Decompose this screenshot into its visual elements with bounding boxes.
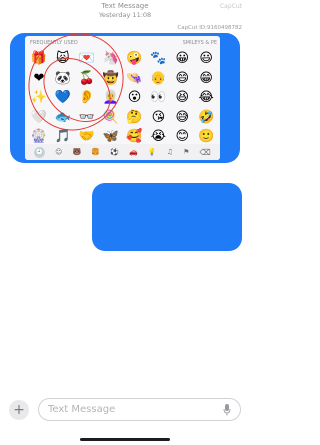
emoji-cell: 😮 xyxy=(127,90,142,106)
symbols-icon: ♫ xyxy=(166,148,173,156)
smiley-icon: ☺ xyxy=(55,148,63,156)
emoji-cell: 🤔 xyxy=(126,109,143,125)
plus-icon[interactable]: + xyxy=(9,400,29,420)
emoji-cell: 👒 xyxy=(126,70,143,86)
bulb-icon: 💡 xyxy=(147,148,157,156)
header-timestamp: Yesterday 11:08 xyxy=(98,11,152,19)
sent-message-bubble-2[interactable] xyxy=(92,183,242,251)
flag-icon: ⚑ xyxy=(183,148,190,156)
emoji-cell: 😄 xyxy=(175,70,190,86)
animal-icon: 🐻 xyxy=(72,148,82,156)
car-icon: 🚗 xyxy=(129,148,138,156)
ball-icon: ⚽ xyxy=(110,148,119,156)
watermark-logo: CapCut xyxy=(219,3,242,10)
mic-icon[interactable] xyxy=(223,404,231,416)
clock-icon: 🕘 xyxy=(34,146,46,158)
emoji-cell: 😅 xyxy=(175,109,190,125)
emoji-cell: 😂 xyxy=(198,90,214,106)
emoji-cell: 😆 xyxy=(175,90,190,106)
header-title: Text Message xyxy=(101,2,149,10)
emoji-cell: 🤣 xyxy=(198,109,215,125)
food-icon: 🍔 xyxy=(91,148,101,156)
emoji-cell: 😀 xyxy=(175,51,190,67)
message-composer: + Text Message xyxy=(0,395,250,425)
emoji-cell: 👀 xyxy=(150,90,167,106)
emoji-category-bar: 🕘 ☺ 🐻 🍔 ⚽ 🚗 💡 ♫ ⚑ ⌫ xyxy=(25,144,220,160)
message-input[interactable]: Text Message xyxy=(38,398,241,421)
conversation-header: Text Message Yesterday 11:08 xyxy=(0,0,250,19)
smileys-label: SMILEYS & PE xyxy=(182,40,217,46)
emoji-cell: 👴 xyxy=(150,70,167,86)
emoji-cell: 😁 xyxy=(199,70,213,86)
home-indicator xyxy=(80,438,170,441)
emoji-cell: 🐾 xyxy=(150,51,167,67)
emoji-cell: 😃 xyxy=(199,51,213,67)
emoji-cell: 🤪 xyxy=(126,51,143,67)
emoji-cell: 😘 xyxy=(151,109,166,125)
watermark-id: CapCut ID:9160498782 xyxy=(177,25,242,31)
delete-key-icon: ⌫ xyxy=(199,147,211,157)
message-input-placeholder: Text Message xyxy=(48,404,116,415)
